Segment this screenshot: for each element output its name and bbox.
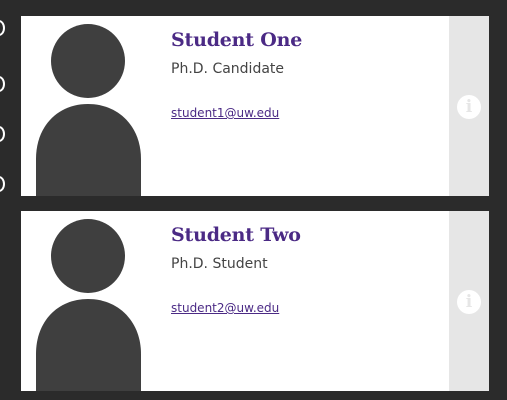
info-icon[interactable]: i (457, 290, 481, 314)
student-card: Student Two Ph.D. Student student2@uw.ed… (21, 211, 489, 391)
student-info: Student Two Ph.D. Student student2@uw.ed… (171, 223, 441, 316)
avatar-placeholder-icon (36, 24, 141, 196)
student-title: Ph.D. Candidate (171, 61, 285, 77)
student-card: Student One Ph.D. Candidate student1@uw.… (21, 16, 489, 196)
student-name: Student Two (171, 224, 301, 246)
student-title: Ph.D. Student (171, 256, 268, 272)
avatar-placeholder-icon (36, 219, 141, 391)
info-icon[interactable]: i (457, 95, 481, 119)
people-page: Student One Ph.D. Candidate student1@uw.… (0, 0, 507, 400)
left-edge-decoration (0, 0, 5, 400)
edge-circle (0, 176, 5, 192)
card-sidebar: i (449, 16, 489, 196)
student-email-link[interactable]: student2@uw.edu (171, 301, 279, 315)
student-email-link[interactable]: student1@uw.edu (171, 106, 279, 120)
edge-circle (0, 76, 5, 92)
student-name: Student One (171, 29, 303, 51)
edge-circle (0, 20, 5, 36)
card-sidebar: i (449, 211, 489, 391)
edge-circle (0, 126, 5, 142)
student-info: Student One Ph.D. Candidate student1@uw.… (171, 28, 441, 121)
